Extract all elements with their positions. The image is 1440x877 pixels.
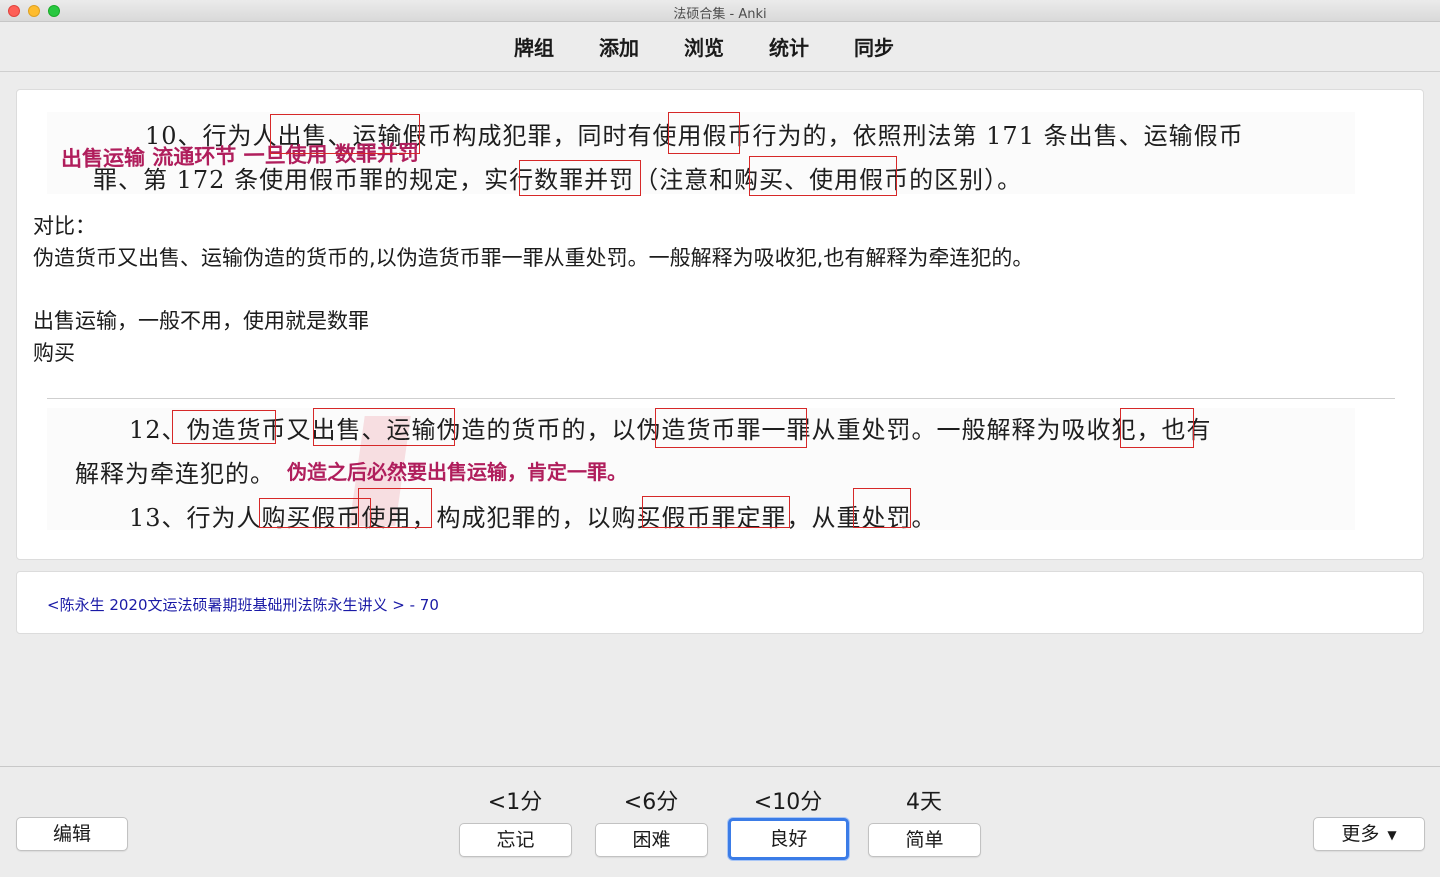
highlight-box [259, 498, 371, 528]
again-interval: <1分 [487, 790, 543, 815]
highlight-box [642, 496, 790, 528]
more-label: 更多 [1341, 823, 1380, 845]
compare-text: 伪造货币又出售、运输伪造的货币的,以伪造货币罪一罪从重处罚。一般解释为吸收犯,也… [33, 246, 1034, 270]
highlight-box [655, 408, 807, 448]
excerpt-2-line-2: 解释为牵连犯的。 [75, 460, 275, 488]
toolbar-sync[interactable]: 同步 [852, 32, 896, 61]
toolbar-stats[interactable]: 统计 [767, 32, 811, 61]
highlight-box [1120, 408, 1194, 448]
highlight-box [313, 408, 455, 446]
card-content: 10、行为人出售、运输假币构成犯罪，同时有使用假币行为的，依照刑法第 171 条… [16, 89, 1424, 560]
more-button[interactable]: 更多 ▼ [1313, 817, 1425, 851]
excerpt-2-line-3: 13、行为人购买假币使用，构成犯罪的，以购买假币罪定罪，从重处罚。 [129, 504, 937, 532]
again-button[interactable]: 忘记 [459, 823, 572, 857]
easy-button[interactable]: 简单 [868, 823, 981, 857]
divider [47, 398, 1395, 399]
toolbar-add[interactable]: 添加 [597, 32, 641, 61]
note-line-2: 购买 [33, 341, 75, 365]
toolbar-decks[interactable]: 牌组 [512, 32, 556, 61]
review-bottom-bar: 编辑 <1分 <6分 <10分 4天 忘记 困难 良好 简单 更多 ▼ [0, 766, 1440, 877]
inline-annotation: 伪造之后必然要出售运输，肯定一罪。 [287, 460, 627, 484]
highlight-box [270, 114, 420, 154]
compare-label: 对比： [33, 214, 96, 238]
window-titlebar: 法硕合集 - Anki [0, 0, 1440, 22]
highlight-box [853, 488, 911, 528]
card-image-excerpt-2: 12、伪造货币又出售、运输伪造的货币的，以伪造货币罪一罪从重处罚。一般解释为吸收… [47, 408, 1355, 532]
hard-interval: <6分 [623, 790, 679, 815]
toolbar-browse[interactable]: 浏览 [682, 32, 726, 61]
note-line-1: 出售运输，一般不用，使用就是数罪 [33, 309, 369, 333]
card-source-panel: <陈永生 2020文运法硕暑期班基础刑法陈永生讲义 > - 70 [16, 571, 1424, 634]
card-image-excerpt-1: 10、行为人出售、运输假币构成犯罪，同时有使用假币行为的，依照刑法第 171 条… [47, 112, 1355, 196]
window-title: 法硕合集 - Anki [673, 7, 767, 22]
good-button[interactable]: 良好 [728, 818, 849, 860]
highlight-box [358, 488, 432, 528]
main-toolbar: 牌组 添加 浏览 统计 同步 [0, 22, 1440, 72]
hard-button[interactable]: 困难 [595, 823, 708, 857]
highlight-box [519, 160, 641, 196]
edit-button[interactable]: 编辑 [16, 817, 128, 851]
source-link[interactable]: <陈永生 2020文运法硕暑期班基础刑法陈永生讲义 > - 70 [47, 594, 439, 615]
good-interval: <10分 [753, 790, 823, 815]
easy-interval: 4天 [906, 790, 942, 815]
caret-down-icon: ▼ [1387, 827, 1397, 842]
highlight-box [749, 156, 897, 196]
highlight-box [172, 410, 276, 444]
highlight-box [668, 112, 740, 154]
